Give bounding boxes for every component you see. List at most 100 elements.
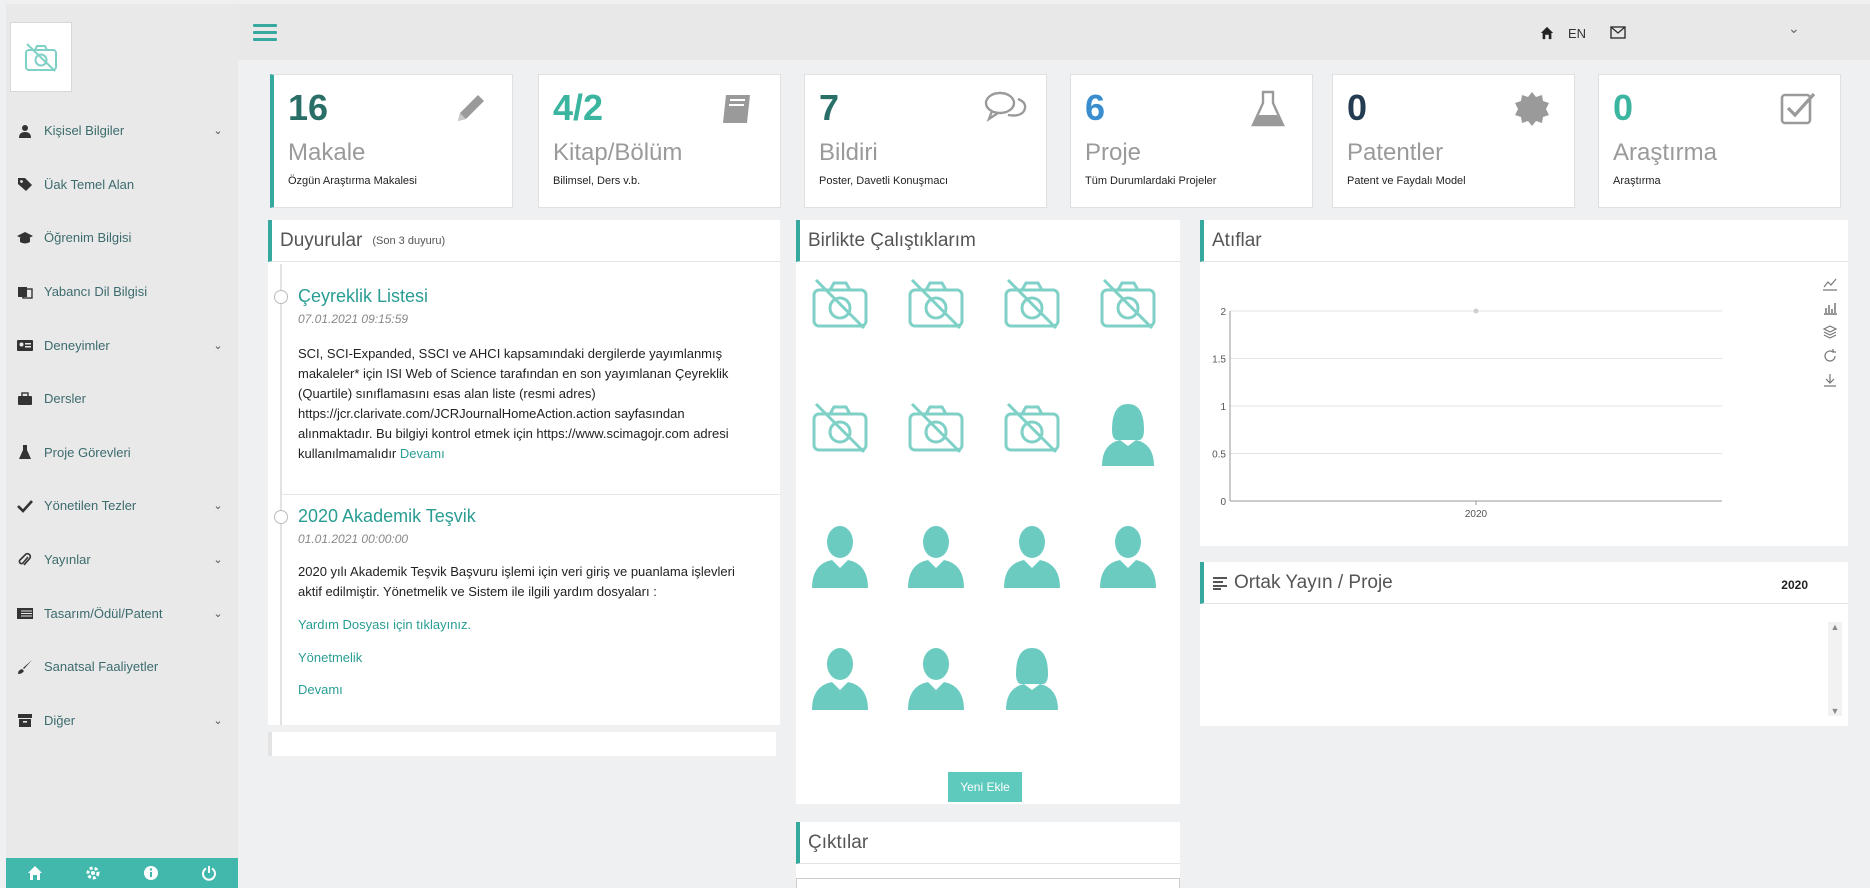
stat-number: 4/2 (553, 87, 604, 128)
outputs-header: Çıktılar (796, 822, 1180, 864)
no-photo-icon[interactable] (1098, 276, 1162, 340)
line-chart-icon[interactable] (1822, 276, 1842, 300)
outputs-input[interactable] (796, 878, 1180, 888)
download-icon[interactable] (1822, 372, 1842, 396)
refresh-icon[interactable] (1822, 348, 1842, 372)
y-tick-label: 0 (1220, 497, 1226, 508)
stat-number: 0 (1613, 87, 1634, 128)
male-avatar-icon[interactable] (810, 644, 874, 710)
read-more-link[interactable]: Devamı (400, 446, 445, 461)
brush-icon (14, 658, 36, 676)
sidebar-item[interactable]: Diğer ⌄ (6, 694, 238, 748)
chevron-down-icon[interactable]: ⌄ (208, 124, 228, 137)
sidebar-item[interactable]: Proje Görevleri (6, 426, 238, 480)
female-avatar-icon[interactable] (1098, 400, 1162, 466)
sidebar-item-label: Öğrenim Bilgisi (44, 230, 132, 246)
user-dropdown-chevron-icon[interactable]: ⌄ (1788, 20, 1800, 37)
panel-title: Duyurular (280, 229, 363, 251)
chevron-down-icon[interactable]: ⌄ (208, 499, 228, 512)
sidebar-footer (6, 858, 238, 888)
sidebar-item[interactable]: Yabancı Dil Bilgisi (6, 265, 238, 319)
announcement-title[interactable]: 2020 Akademik Teşvik (298, 506, 476, 527)
no-photo-icon[interactable] (906, 400, 970, 464)
stat-card[interactable]: 0 Patentler Patent ve Faydalı Model (1332, 74, 1575, 208)
help-file-link[interactable]: Yardım Dosyası için tıklayınız. (298, 617, 471, 632)
home-icon[interactable] (25, 863, 45, 883)
announcement-title[interactable]: Çeyreklik Listesi (298, 286, 428, 307)
sidebar-item[interactable]: Yayınlar ⌄ (6, 533, 238, 587)
sidebar-item-label: Yönetilen Tezler (44, 498, 137, 514)
male-avatar-icon[interactable] (1002, 522, 1066, 588)
panel-title: Ortak Yayın / Proje (1234, 571, 1393, 593)
scroll-up-icon[interactable]: ▲ (1828, 622, 1842, 632)
stat-subtitle: Poster, Davetli Konuşmacı (819, 175, 949, 187)
home-icon[interactable] (1540, 26, 1554, 43)
chevron-down-icon[interactable]: ⌄ (208, 607, 228, 620)
stat-card[interactable]: 6 Proje Tüm Durumlardaki Projeler (1070, 74, 1313, 208)
list-icon (14, 604, 36, 622)
stack-icon[interactable] (1822, 324, 1842, 348)
stat-title: Patentler (1347, 139, 1444, 166)
female-avatar-icon[interactable] (1002, 644, 1066, 710)
list-icon (1212, 576, 1228, 590)
sidebar-item[interactable]: Dersler (6, 372, 238, 426)
bar-chart-icon[interactable] (1822, 300, 1842, 324)
male-avatar-icon[interactable] (810, 522, 874, 588)
announcement-body: SCI, SCI-Expanded, SSCI ve AHCI kapsamın… (298, 344, 762, 464)
timeline-dot (274, 510, 288, 524)
power-icon[interactable] (199, 863, 219, 883)
info-icon[interactable] (141, 863, 161, 883)
sidebar-item[interactable]: Öğrenim Bilgisi (6, 211, 238, 265)
profile-photo[interactable] (10, 22, 72, 92)
male-avatar-icon[interactable] (1098, 522, 1162, 588)
male-avatar-icon[interactable] (906, 522, 970, 588)
book-icon (718, 89, 762, 129)
stat-subtitle: Bilimsel, Ders v.b. (553, 175, 641, 187)
sidebar-item[interactable]: Üak Temel Alan (6, 158, 238, 212)
stat-card[interactable]: 16 Makale Özgün Araştırma Makalesi (270, 74, 513, 208)
sidebar-item-label: Yabancı Dil Bilgisi (44, 284, 148, 300)
stat-card[interactable]: 0 Araştırma Araştırma (1598, 74, 1841, 208)
mail-icon[interactable] (1610, 26, 1626, 42)
chevron-down-icon[interactable]: ⌄ (208, 714, 228, 727)
certificate-icon (1512, 89, 1556, 129)
sidebar-item[interactable]: Sanatsal Faaliyetler (6, 640, 238, 694)
sidebar-item[interactable]: Kişisel Bilgiler ⌄ (6, 104, 238, 158)
menu-toggle-icon[interactable] (253, 24, 277, 42)
panel-title: Atıflar (1212, 229, 1262, 251)
gear-icon[interactable] (83, 863, 103, 883)
sidebar-item-label: Tasarım/Ödül/Patent (44, 605, 163, 621)
flask-icon (1250, 89, 1294, 129)
y-tick-label: 2 (1220, 307, 1226, 318)
announcements-header: Duyurular (Son 3 duyuru) (268, 220, 780, 262)
read-more-link[interactable]: Devamı (298, 682, 343, 697)
no-photo-icon[interactable] (810, 276, 874, 340)
regulation-link[interactable]: Yönetmelik (298, 650, 362, 665)
no-photo-icon[interactable] (1002, 400, 1066, 464)
sidebar-item[interactable]: Yönetilen Tezler ⌄ (6, 479, 238, 533)
male-avatar-icon[interactable] (906, 644, 970, 710)
sidebar-item-label: Kişisel Bilgiler (44, 123, 125, 139)
scroll-down-icon[interactable]: ▼ (1828, 706, 1842, 716)
top-bar: EN ⌄ (238, 4, 1870, 60)
no-photo-icon[interactable] (906, 276, 970, 340)
chevron-down-icon[interactable]: ⌄ (208, 339, 228, 352)
no-photo-icon[interactable] (810, 400, 874, 464)
stat-subtitle: Araştırma (1613, 175, 1661, 187)
sidebar-item[interactable]: Deneyimler ⌄ (6, 318, 238, 372)
check-icon (14, 497, 36, 515)
add-collaborator-button[interactable]: Yeni Ekle (948, 772, 1022, 802)
scrollbar[interactable]: ▲ ▼ (1828, 622, 1842, 716)
citations-chart: 0 0.5 1 1.5 2 2020 (1212, 307, 1722, 520)
panel-title: Birlikte Çalıştıklarım (808, 229, 976, 251)
collaborators-panel: Birlikte Çalıştıklarım Yeni Ekle (796, 220, 1180, 804)
chevron-down-icon[interactable]: ⌄ (208, 553, 228, 566)
no-photo-icon[interactable] (1002, 276, 1066, 340)
sidebar-item-label: Sanatsal Faaliyetler (44, 659, 159, 675)
stat-card[interactable]: 7 Bildiri Poster, Davetli Konuşmacı (804, 74, 1047, 208)
stat-card[interactable]: 4/2 Kitap/Bölüm Bilimsel, Ders v.b. (538, 74, 781, 208)
language-switch[interactable]: EN (1568, 26, 1586, 41)
sidebar-item-label: Dersler (44, 391, 86, 407)
sidebar-item[interactable]: Tasarım/Ödül/Patent ⌄ (6, 586, 238, 640)
language-icon (14, 283, 36, 301)
